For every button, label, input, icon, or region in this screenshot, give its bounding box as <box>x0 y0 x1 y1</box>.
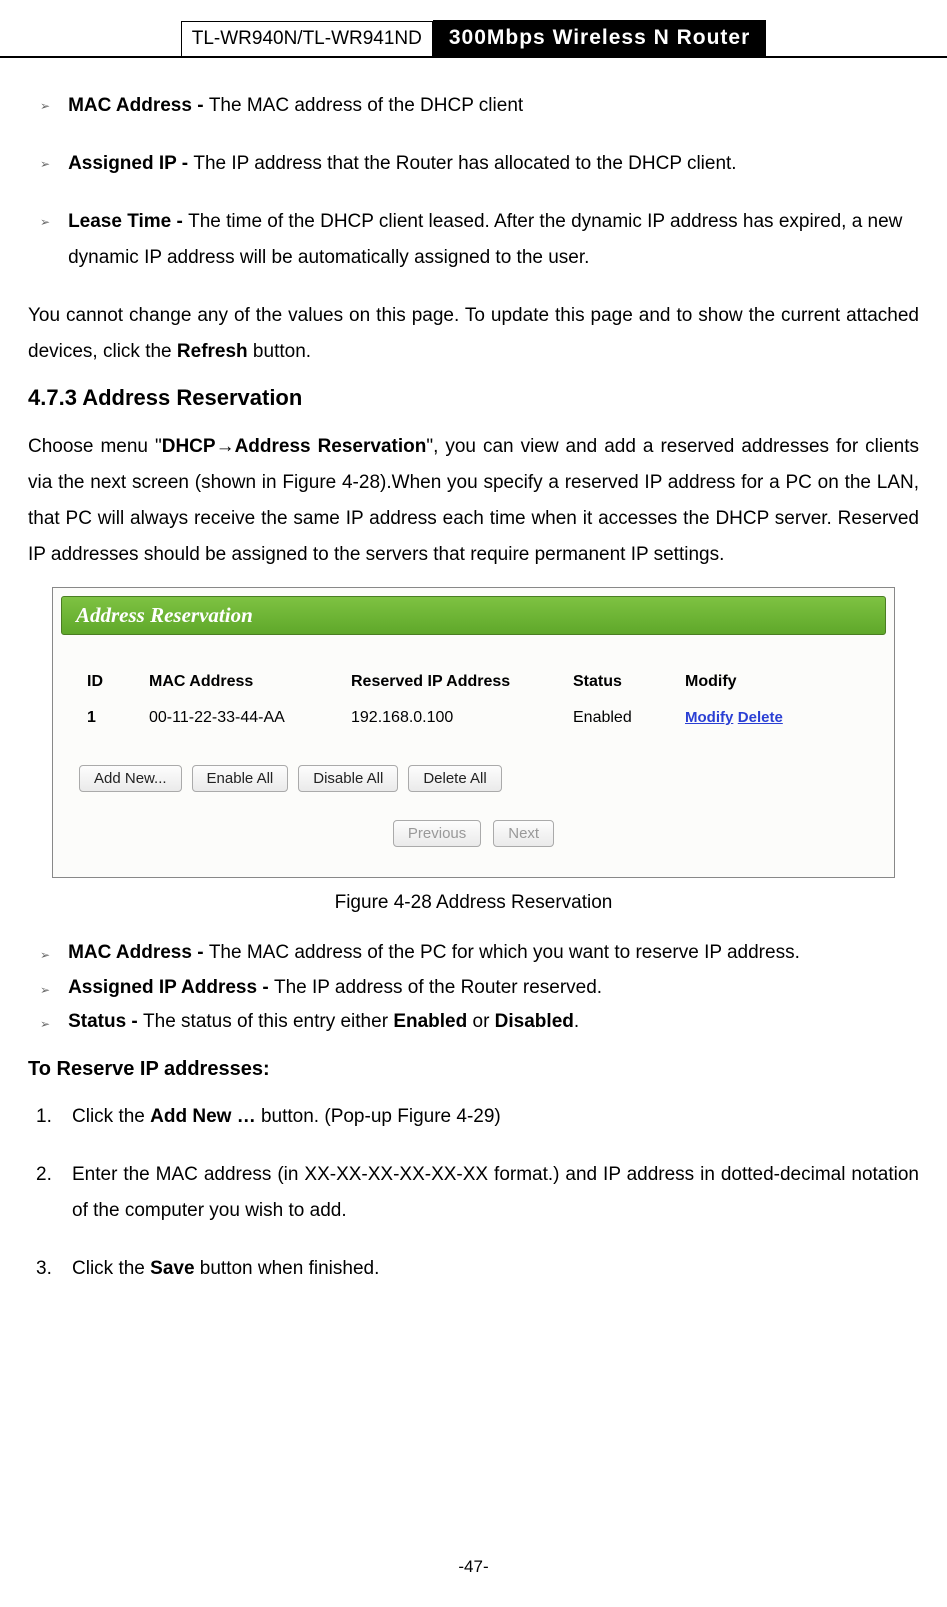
chevron-right-icon: ➢ <box>40 95 50 124</box>
bullet-mac-address: ➢ MAC Address - The MAC address of the D… <box>40 88 919 124</box>
col-status: Status <box>567 665 677 699</box>
col-ip: Reserved IP Address <box>345 665 565 699</box>
modify-link[interactable]: Modify <box>685 709 733 726</box>
howto-heading: To Reserve IP addresses: <box>28 1058 919 1081</box>
page-header: TL-WR940N/TL-WR941ND 300Mbps Wireless N … <box>0 20 947 58</box>
col-mac: MAC Address <box>143 665 343 699</box>
bullet-status: ➢ Status - The status of this entry eith… <box>40 1009 919 1036</box>
step-2: 2. Enter the MAC address (in XX-XX-XX-XX… <box>36 1157 919 1229</box>
cell-status: Enabled <box>567 701 677 735</box>
bullet-mac-address-2: ➢ MAC Address - The MAC address of the P… <box>40 940 919 967</box>
chevron-right-icon: ➢ <box>40 982 50 1002</box>
figure-screenshot: Address Reservation ID MAC Address Reser… <box>52 587 895 878</box>
bullet-assigned-ip: ➢ Assigned IP - The IP address that the … <box>40 146 919 182</box>
delete-link[interactable]: Delete <box>738 709 783 726</box>
product-name: 300Mbps Wireless N Router <box>433 20 766 56</box>
previous-button[interactable]: Previous <box>393 820 481 847</box>
chevron-right-icon: ➢ <box>40 211 50 276</box>
add-new-button[interactable]: Add New... <box>79 765 182 792</box>
bullet-lease-time: ➢ Lease Time - The time of the DHCP clie… <box>40 204 919 276</box>
panel-title: Address Reservation <box>61 596 886 635</box>
step-3: 3. Click the Save button when finished. <box>36 1251 919 1287</box>
delete-all-button[interactable]: Delete All <box>408 765 501 792</box>
top-bullet-list: ➢ MAC Address - The MAC address of the D… <box>40 88 919 276</box>
intro-paragraph: Choose menu "DHCPAddress Reservation", y… <box>28 429 919 573</box>
enable-all-button[interactable]: Enable All <box>192 765 289 792</box>
cell-mac: 00-11-22-33-44-AA <box>143 701 343 735</box>
chevron-right-icon: ➢ <box>40 1016 50 1036</box>
cell-modify: Modify Delete <box>679 701 866 735</box>
page-number: -47- <box>0 1557 947 1577</box>
model-number: TL-WR940N/TL-WR941ND <box>181 21 433 56</box>
col-modify: Modify <box>679 665 866 699</box>
col-id: ID <box>81 665 141 699</box>
table-row: 1 00-11-22-33-44-AA 192.168.0.100 Enable… <box>81 701 866 735</box>
next-button[interactable]: Next <box>493 820 554 847</box>
figure-caption: Figure 4-28 Address Reservation <box>28 892 919 914</box>
chevron-right-icon: ➢ <box>40 947 50 967</box>
disable-all-button[interactable]: Disable All <box>298 765 398 792</box>
section-heading: 4.7.3 Address Reservation <box>28 385 919 411</box>
steps-list: 1. Click the Add New … button. (Pop-up F… <box>36 1099 919 1287</box>
table-header-row: ID MAC Address Reserved IP Address Statu… <box>81 665 866 699</box>
bullet-assigned-ip-address: ➢ Assigned IP Address - The IP address o… <box>40 975 919 1002</box>
chevron-right-icon: ➢ <box>40 153 50 182</box>
step-1: 1. Click the Add New … button. (Pop-up F… <box>36 1099 919 1135</box>
cell-id: 1 <box>81 701 141 735</box>
cell-ip: 192.168.0.100 <box>345 701 565 735</box>
reservation-table: ID MAC Address Reserved IP Address Statu… <box>79 663 868 737</box>
bottom-bullet-list: ➢ MAC Address - The MAC address of the P… <box>40 940 919 1036</box>
action-button-row: Add New... Enable All Disable All Delete… <box>79 765 868 792</box>
pager-row: Previous Next <box>79 820 868 847</box>
refresh-paragraph: You cannot change any of the values on t… <box>28 298 919 370</box>
arrow-right-icon <box>216 436 235 457</box>
